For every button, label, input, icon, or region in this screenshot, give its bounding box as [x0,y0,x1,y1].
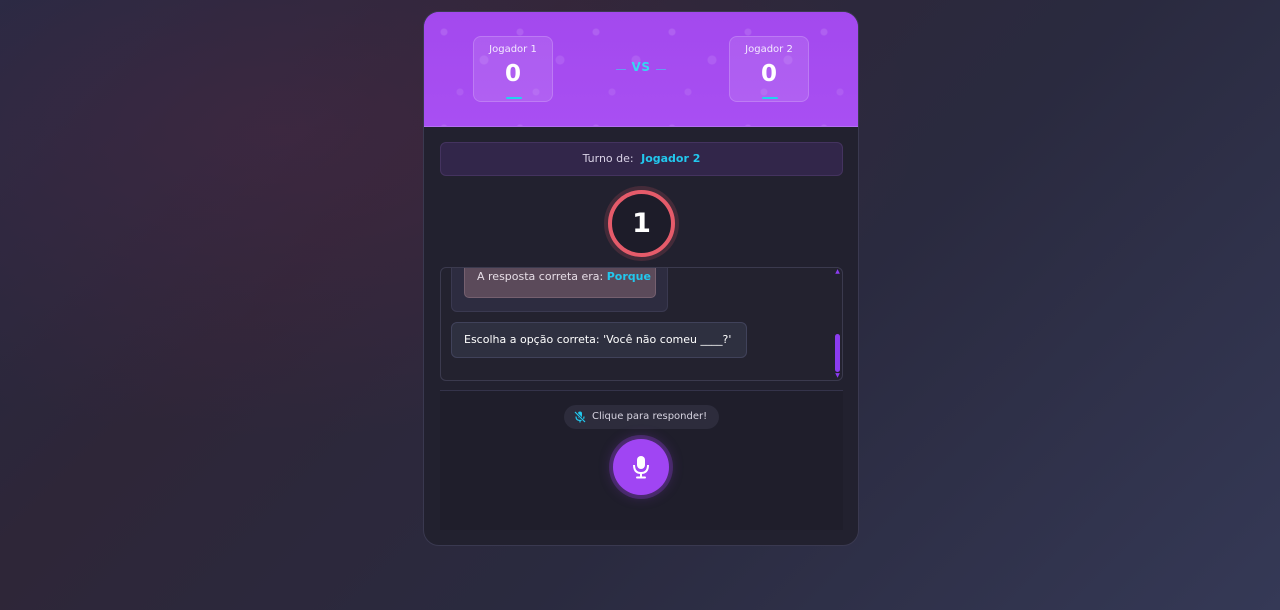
microphone-button[interactable] [613,439,669,495]
countdown-timer: 1 [608,190,675,257]
game-card: Jogador 1 0 VS Jogador 2 0 Turno de: Jog… [423,11,859,546]
scoreboard-header: Jogador 1 0 VS Jogador 2 0 [424,12,858,127]
microphone-icon [633,456,649,479]
microphone-slash-icon [574,411,586,423]
previous-correct-answer: Porque [606,270,651,283]
scroll-down-arrow-icon[interactable]: ▼ [835,373,840,379]
vs-label: VS [631,60,651,74]
turn-label: Turno de: [582,152,634,165]
previous-message-bubble: A resposta correta era: Porque [451,268,668,312]
chat-scrollbar[interactable]: ▲ ▼ [835,269,840,379]
voice-input-area: Clique para responder! [440,390,843,530]
player2-score-card: Jogador 2 0 [729,36,809,102]
player2-score: 0 [760,61,777,87]
answer-hint: Clique para responder! [564,405,719,429]
player1-score: 0 [504,61,521,87]
player2-active-indicator [762,97,778,99]
previous-answer-prefix: A resposta correta era: [477,270,604,283]
chat-log[interactable]: A resposta correta era: Porque Escolha a… [440,267,843,381]
scroll-thumb[interactable] [835,334,840,372]
vs-divider-right [656,69,666,70]
answer-hint-text: Clique para responder! [592,411,708,422]
player1-active-indicator [506,97,522,99]
scroll-up-arrow-icon[interactable]: ▲ [835,269,840,275]
player2-name: Jogador 2 [745,44,793,55]
player1-score-card: Jogador 1 0 [473,36,553,102]
player1-name: Jogador 1 [489,44,537,55]
current-question-message: Escolha a opção correta: 'Você não comeu… [451,322,747,358]
turn-player: Jogador 2 [641,152,701,165]
turn-indicator: Turno de: Jogador 2 [440,142,843,176]
previous-answer-feedback: A resposta correta era: Porque [464,268,656,298]
